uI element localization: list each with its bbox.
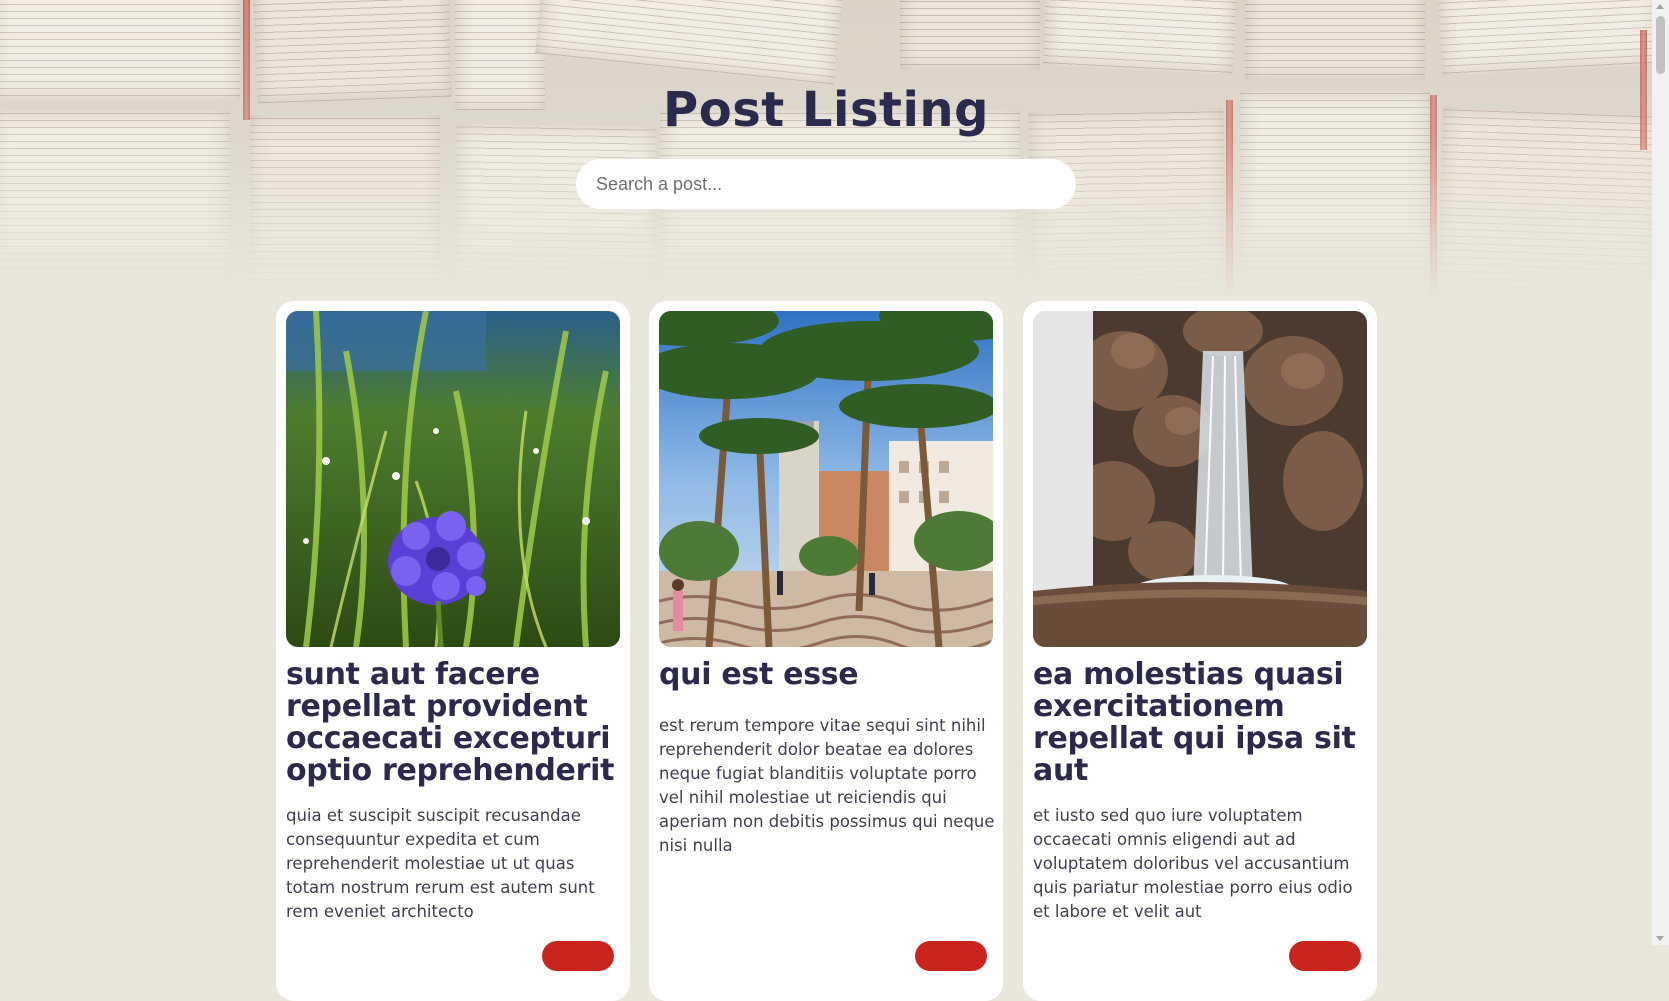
post-card[interactable]: ea molestias quasi exercitationem repell… <box>1023 301 1377 1001</box>
post-image-palm-promenade <box>659 311 993 647</box>
read-more-button[interactable] <box>1289 941 1361 971</box>
scroll-up-arrow-icon[interactable] <box>1656 4 1664 9</box>
hero-fade-overlay <box>0 0 1652 300</box>
post-image-cornflower <box>286 311 620 647</box>
post-body: est rerum tempore vitae sequi sint nihil… <box>659 716 995 855</box>
post-body: et iusto sed quo iure voluptatem occaeca… <box>1033 806 1353 921</box>
post-card[interactable]: qui est esse est rerum tempore vitae seq… <box>649 301 1003 1001</box>
page-scrollbar[interactable] <box>1652 0 1669 945</box>
post-image-waterfall-fountain <box>1033 311 1367 647</box>
hero-background <box>0 0 1652 300</box>
page-title: Post Listing <box>663 82 989 138</box>
read-more-button[interactable] <box>915 941 987 971</box>
read-more-button[interactable] <box>542 941 614 971</box>
post-title: ea molestias quasi exercitationem repell… <box>1033 657 1356 788</box>
post-title: sunt aut facere repellat provident occae… <box>286 657 615 788</box>
post-title: qui est esse <box>659 657 859 692</box>
post-body: quia et suscipit suscipit recusandae con… <box>286 806 595 921</box>
search-input[interactable] <box>576 159 1076 209</box>
post-card[interactable]: sunt aut facere repellat provident occae… <box>276 301 630 1001</box>
scroll-thumb[interactable] <box>1656 16 1665 74</box>
scroll-down-arrow-icon[interactable] <box>1656 936 1664 941</box>
